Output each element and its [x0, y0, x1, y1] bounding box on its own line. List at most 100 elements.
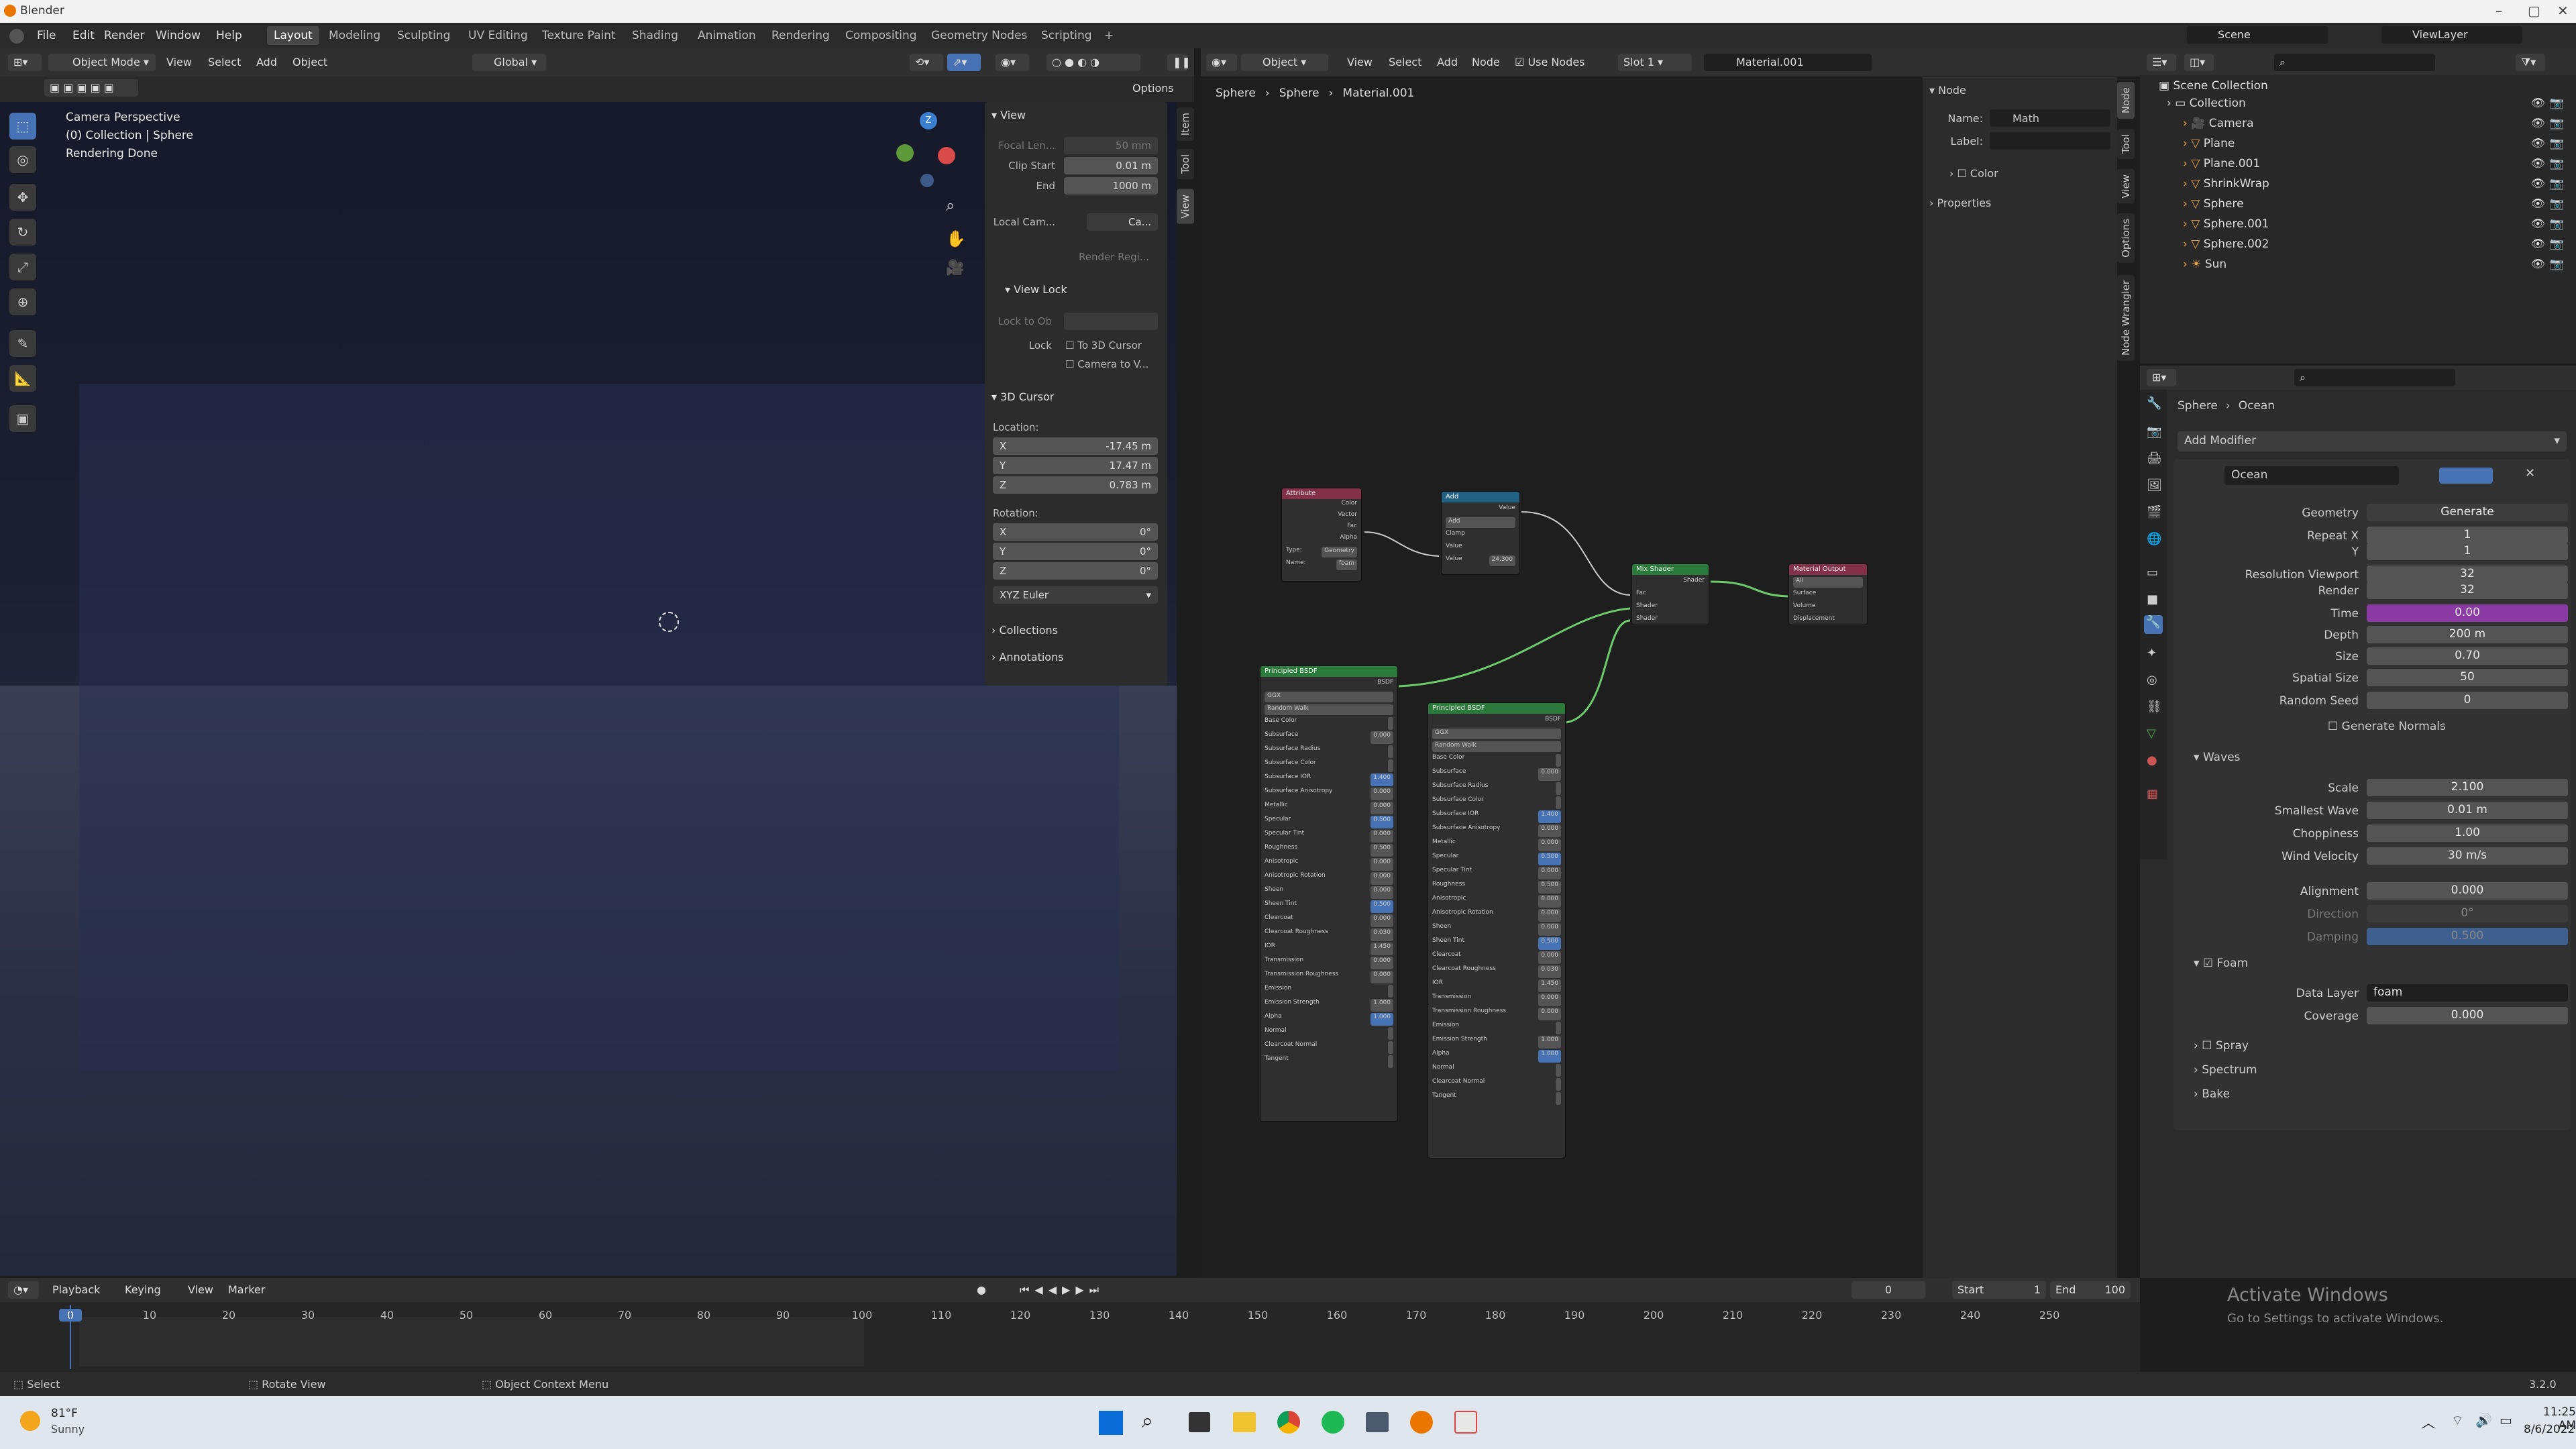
principled-bsdf-node-1[interactable]: Principled BSDF BSDF GGX Random Walk Bas… — [1260, 665, 1398, 1122]
options-menu[interactable]: Options — [1132, 82, 1174, 95]
overlay-toggle[interactable]: ◉▾ — [996, 54, 1029, 71]
node-menu-select[interactable]: Select — [1389, 56, 1421, 68]
outliner-item-sphere-001[interactable]: › ▽ Sphere.001 👁 📷 — [2183, 217, 2569, 235]
outliner-item-sphere[interactable]: › ▽ Sphere 👁 📷 — [2183, 197, 2569, 215]
visibility-eye-icon[interactable]: 👁 — [2530, 97, 2545, 110]
material-output-node[interactable]: Material Output All Surface Volume Displ… — [1788, 564, 1868, 625]
pan-hand-icon[interactable]: ✋ — [946, 229, 966, 248]
lock-to-3d-cursor-checkbox[interactable]: ☐ To 3D Cursor — [1065, 339, 1166, 352]
modifier-name-field[interactable]: Ocean — [2224, 466, 2399, 485]
node-menu-node[interactable]: Node — [1472, 56, 1500, 68]
node-menu-view[interactable]: View — [1347, 56, 1373, 68]
editor-type-button[interactable]: ⊞▾ — [8, 54, 42, 71]
clip-end-field[interactable]: 1000 m — [1064, 177, 1158, 195]
render-tab-icon[interactable]: 📷 — [2147, 425, 2161, 439]
outliner-item-sphere-002[interactable]: › ▽ Sphere.002 👁 📷 — [2183, 237, 2569, 255]
orientation-dropdown[interactable]: Global ▾ — [472, 54, 546, 71]
properties-editor-type[interactable]: ⊞▾ — [2147, 369, 2176, 386]
measure-tool-icon[interactable]: 📐 — [9, 365, 36, 392]
maximize-icon[interactable]: ▢ — [2528, 3, 2540, 19]
visibility-eye-icon[interactable]: 👁 — [2530, 117, 2545, 130]
visibility-eye-icon[interactable]: 👁 — [2530, 177, 2545, 191]
tab-uv-editing[interactable]: UV Editing — [462, 26, 535, 45]
visibility-eye-icon[interactable]: 👁 — [2530, 217, 2545, 231]
node-tab-view[interactable]: View — [2117, 169, 2135, 204]
annotate-tool-icon[interactable]: ✎ — [9, 330, 36, 357]
menu-select[interactable]: Select — [208, 56, 241, 68]
bsdf2-input-row[interactable]: Anisotropic 0.000 — [1432, 895, 1561, 908]
view-layer-tab-icon[interactable]: 🖼 — [2147, 478, 2162, 492]
generate-normals-checkbox[interactable]: ☐ Generate Normals — [2328, 720, 2446, 733]
monitor-app-icon[interactable] — [1366, 1412, 1389, 1432]
pause-render-button[interactable]: ❚❚ — [1167, 54, 1191, 71]
bsdf2-input-row[interactable]: Subsurface IOR 1.400 — [1432, 810, 1561, 823]
output-target-row[interactable]: All — [1793, 577, 1863, 588]
output-tab-icon[interactable]: 🖨 — [2147, 451, 2162, 466]
current-frame-field[interactable]: 0 — [1851, 1281, 1925, 1299]
bsdf1-input-row[interactable]: Subsurface Radius — [1265, 745, 1393, 758]
select-box-tool-icon[interactable]: ⬚ — [9, 113, 36, 140]
playback-controls[interactable]: ⏮◀◀▶▶⏭ — [1020, 1283, 1104, 1297]
bsdf2-input-row[interactable]: Clearcoat 0.000 — [1432, 951, 1561, 964]
move-tool-icon[interactable]: ✥ — [9, 184, 36, 211]
bsdf1-input-row[interactable]: IOR 1.450 — [1265, 943, 1393, 955]
add-math-node[interactable]: Add Value Add Clamp Value Value 24.300 — [1441, 491, 1520, 575]
outliner-display-mode[interactable]: ◫▾ — [2184, 54, 2214, 71]
modifier-field-resolution-viewport[interactable]: 32 — [2367, 566, 2568, 583]
bsdf1-input-row[interactable]: Specular Tint 0.000 — [1265, 830, 1393, 843]
gizmo-x-icon[interactable] — [938, 147, 955, 164]
modifier-field-repeat-x[interactable]: 1 — [2367, 527, 2568, 544]
outliner-item-sun[interactable]: › ☀ Sun 👁 📷 — [2183, 258, 2569, 275]
modifier-field-size[interactable]: 0.70 — [2367, 647, 2568, 665]
bsdf2-input-row[interactable]: Metallic 0.000 — [1432, 839, 1561, 851]
modifier-tab-icon[interactable]: 🔧 — [2144, 615, 2163, 634]
wave-field-direction[interactable]: 0° — [2367, 905, 2568, 922]
bsdf1-input-row[interactable]: Clearcoat 0.000 — [1265, 914, 1393, 927]
collections-header[interactable]: › Collections — [991, 624, 1058, 637]
node-properties-header[interactable]: › Properties — [1929, 197, 1991, 209]
modifier-field-time[interactable]: 0.00 — [2367, 604, 2568, 622]
bsdf1-input-row[interactable]: Subsurface IOR 1.400 — [1265, 773, 1393, 786]
cursor-rot-z-field[interactable]: Z 0° — [993, 562, 1158, 580]
render-camera-icon[interactable]: 📷 — [2550, 177, 2564, 191]
modifier-remove-icon[interactable]: ✕ — [2525, 466, 2535, 480]
3d-cursor-header[interactable]: ▾ 3D Cursor — [991, 390, 1054, 403]
bsdf1-input-row[interactable]: Clearcoat Normal — [1265, 1041, 1393, 1054]
weather-sun-icon[interactable] — [20, 1411, 40, 1431]
outliner-filter-icon[interactable]: ⧩▾ — [2516, 54, 2545, 71]
camera-to-view-checkbox[interactable]: ☐ Camera to V... — [1065, 358, 1166, 370]
bsdf2-input-row[interactable]: Subsurface 0.000 — [1432, 768, 1561, 781]
bsdf1-input-row[interactable]: Emission Strength 1.000 — [1265, 999, 1393, 1012]
transform-tool-icon[interactable]: ⊕ — [9, 288, 36, 315]
zoom-icon[interactable]: ⌕ — [946, 196, 955, 215]
blender-taskbar-icon[interactable] — [1410, 1411, 1433, 1434]
camera-view-icon[interactable]: 🎥 — [946, 260, 964, 276]
bsdf1-input-row[interactable]: Base Color — [1265, 717, 1393, 730]
tab-tool[interactable]: Tool — [1177, 149, 1194, 180]
gizmo-toggle[interactable]: ⟲▾ — [910, 54, 943, 71]
render-camera-icon[interactable]: 📷 — [2550, 217, 2564, 231]
spotify-icon[interactable] — [1322, 1411, 1344, 1434]
bsdf2-input-row[interactable]: Tangent — [1432, 1092, 1561, 1105]
add-cube-tool-icon[interactable]: ▣ — [9, 405, 36, 432]
collection-tab-icon[interactable]: ▭ — [2147, 566, 2158, 580]
bsdf2-sss-row[interactable]: Random Walk — [1432, 741, 1561, 752]
modifier-visibility-toggles[interactable] — [2439, 468, 2493, 484]
menu-help[interactable]: Help — [216, 29, 242, 42]
tab-geometry-nodes[interactable]: Geometry Nodes — [924, 26, 1034, 45]
node-label-field[interactable] — [1990, 132, 2110, 150]
bsdf2-input-row[interactable]: IOR 1.450 — [1432, 979, 1561, 992]
navigation-gizmo[interactable]: Z — [896, 112, 963, 187]
mode-dropdown[interactable]: Object Mode ▾ — [48, 54, 156, 71]
view-section-header[interactable]: ▾ View — [991, 109, 1026, 121]
bsdf2-input-row[interactable]: Base Color — [1432, 754, 1561, 767]
search-icon[interactable]: ⌕ — [1142, 1409, 1153, 1433]
wave-field-damping[interactable]: 0.500 — [2367, 928, 2568, 945]
outliner-item-camera[interactable]: › 🎥 Camera 👁 📷 — [2183, 117, 2569, 134]
bsdf1-input-row[interactable]: Clearcoat Roughness 0.030 — [1265, 928, 1393, 941]
snap-toggle[interactable]: ⇗▾ — [947, 54, 981, 71]
wave-field-choppiness[interactable]: 1.00 — [2367, 824, 2568, 842]
clip-start-field[interactable]: 0.01 m — [1064, 157, 1158, 174]
bsdf1-input-row[interactable]: Transmission 0.000 — [1265, 957, 1393, 969]
add-op-row[interactable]: Add — [1446, 517, 1515, 528]
